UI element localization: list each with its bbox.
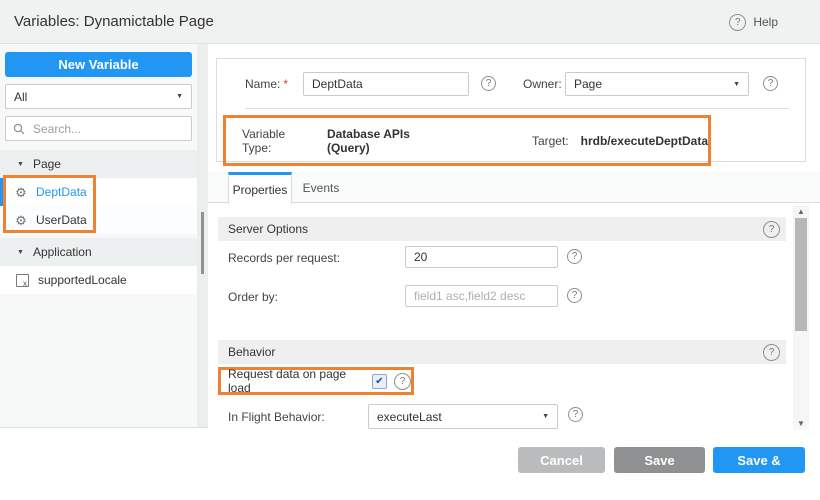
save-button[interactable]: Save (614, 447, 705, 473)
tree-section-page[interactable]: ▼ Page (0, 150, 197, 178)
tab-properties[interactable]: Properties (228, 172, 292, 204)
highlight-box-request-on-load: Request data on page load ✔ ? (218, 367, 414, 395)
inflight-behavior-label: In Flight Behavior: (228, 410, 325, 424)
tab-label: Properties (233, 183, 288, 197)
behavior-header: Behavior ? (218, 340, 786, 364)
inflight-help-icon[interactable]: ? (568, 407, 583, 422)
variable-type-value: Database APIs (Query) (327, 127, 448, 155)
tree-item-label: supportedLocale (38, 273, 127, 287)
check-icon: ✔ (375, 376, 383, 387)
sidebar-scrollbar[interactable] (197, 44, 208, 428)
search-icon (13, 123, 25, 135)
cancel-button[interactable]: Cancel (518, 447, 605, 473)
request-on-load-help-icon[interactable]: ? (394, 373, 411, 390)
tree-section-label: Page (33, 157, 61, 171)
panel-divider (245, 108, 789, 109)
help-question-icon: ? (729, 14, 746, 31)
page-title: Variables: Dynamictable Page (14, 0, 214, 44)
request-on-load-checkbox[interactable]: ✔ (372, 374, 387, 389)
server-options-header: Server Options ? (218, 217, 786, 241)
sidebar-scrollbar-thumb[interactable] (201, 212, 204, 274)
inflight-behavior-select[interactable]: executeLast ▼ (368, 404, 558, 429)
name-label: Name: (245, 77, 280, 91)
tab-events[interactable]: Events (292, 172, 350, 203)
tree-expand-icon: ▼ (17, 161, 24, 168)
properties-scrollbar-thumb[interactable] (795, 218, 807, 331)
inflight-behavior-value: executeLast (377, 410, 442, 424)
tree-section-application[interactable]: ▼ Application (0, 238, 197, 266)
chevron-down-icon: ▼ (542, 413, 549, 420)
service-variable-icon: ⚙ (14, 186, 28, 199)
chevron-down-icon: ▼ (733, 81, 740, 88)
section-title: Server Options (228, 222, 308, 236)
search-input[interactable] (31, 121, 184, 137)
variable-type-label: Variable Type: (242, 127, 313, 155)
request-on-load-label: Request data on page load (228, 367, 365, 395)
owner-label: Owner: (523, 77, 562, 91)
save-and-close-button[interactable]: Save & Close (713, 447, 805, 473)
tree-item-label: DeptData (36, 185, 87, 199)
records-help-icon[interactable]: ? (567, 249, 582, 264)
records-per-request-label: Records per request: (228, 251, 340, 265)
owner-value: Page (574, 77, 602, 91)
scroll-down-icon[interactable]: ▼ (793, 419, 809, 428)
footer-bar: Cancel Save Save & Close (0, 430, 820, 488)
required-marker: * (283, 77, 288, 91)
section-title: Behavior (228, 345, 275, 359)
name-help-icon[interactable]: ? (481, 76, 496, 91)
locale-variable-icon: x (16, 274, 29, 287)
server-options-help-icon[interactable]: ? (763, 221, 780, 238)
help-label: Help (753, 15, 778, 29)
service-variable-icon: ⚙ (14, 214, 28, 227)
order-by-label: Order by: (228, 290, 278, 304)
scroll-up-icon[interactable]: ▲ (793, 207, 809, 216)
tree-section-label: Application (33, 245, 92, 259)
tree-item-supportedlocale[interactable]: x supportedLocale (0, 266, 197, 294)
new-variable-button[interactable]: New Variable (5, 52, 192, 77)
records-per-request-field[interactable] (405, 246, 558, 268)
target-label: Target: (532, 134, 569, 148)
chevron-down-icon: ▼ (176, 93, 183, 100)
tree-item-label: UserData (36, 213, 87, 227)
name-field[interactable] (303, 72, 469, 96)
variable-summary-panel: Name: * ? Owner: * Page ▼ ? Variable Typ… (216, 58, 806, 162)
owner-help-icon[interactable]: ? (763, 76, 778, 91)
target-value: hrdb/executeDeptData (581, 134, 708, 148)
tree-item-userdata[interactable]: ⚙ UserData (0, 206, 197, 234)
variable-filter-value: All (14, 90, 27, 104)
help-link[interactable]: ? Help (729, 0, 778, 44)
variable-search[interactable] (5, 116, 192, 141)
order-by-field[interactable] (405, 285, 558, 307)
tree-expand-icon: ▼ (17, 249, 24, 256)
order-by-help-icon[interactable]: ? (567, 288, 582, 303)
properties-scrollbar[interactable]: ▲ ▼ (793, 205, 809, 430)
owner-select[interactable]: Page ▼ (565, 72, 749, 96)
tree-item-deptdata[interactable]: ⚙ DeptData (0, 178, 197, 206)
variable-filter-select[interactable]: All ▼ (5, 84, 192, 109)
tab-label: Events (303, 181, 340, 195)
selected-item-indicator (0, 178, 3, 206)
highlight-box-variable-type: Variable Type: Database APIs (Query) Tar… (223, 115, 711, 166)
behavior-help-icon[interactable]: ? (763, 344, 780, 361)
variables-sidebar: New Variable All ▼ ▼ Page ⚙ DeptData ⚙ U… (0, 44, 197, 428)
